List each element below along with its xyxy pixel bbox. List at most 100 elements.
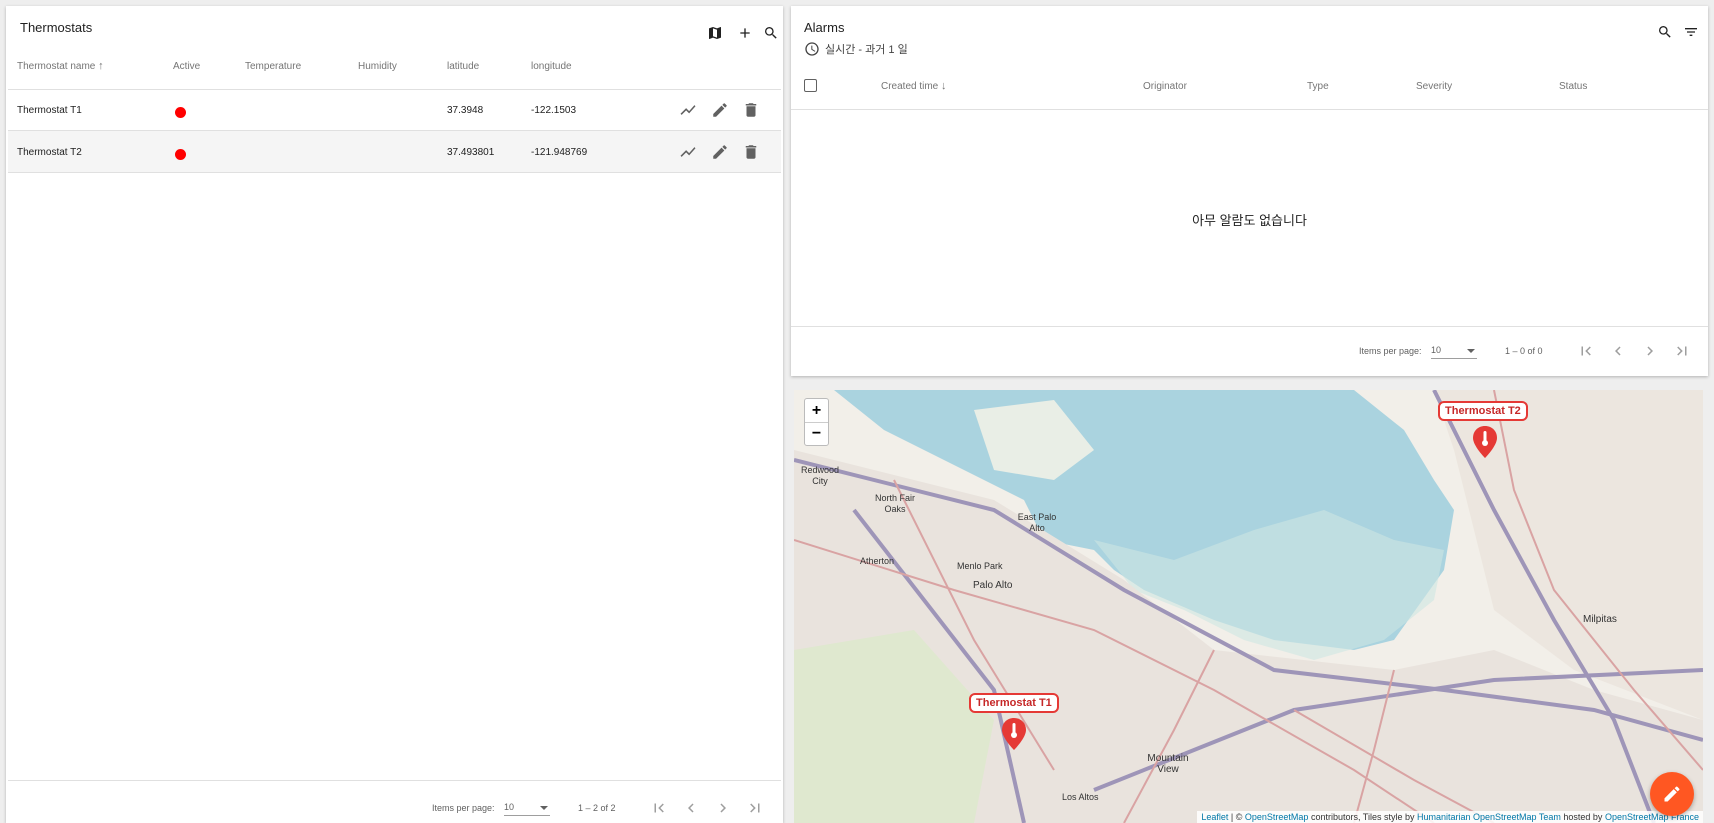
last-page-icon	[1677, 346, 1687, 356]
place-label: Milpitas	[1583, 614, 1617, 625]
osm-link[interactable]: OpenStreetMap	[1245, 812, 1309, 822]
marker-t2[interactable]	[1472, 426, 1498, 458]
prev-page-icon	[1615, 346, 1621, 356]
search-button[interactable]	[759, 21, 783, 45]
edit-icon	[1664, 786, 1680, 802]
col-header-temperature[interactable]: Temperature	[245, 61, 301, 72]
page-range: 1 – 2 of 2	[578, 803, 616, 813]
place-label: North Fair Oaks	[874, 493, 915, 514]
marker-label-t1[interactable]: Thermostat T1	[969, 693, 1059, 713]
table-row[interactable]: Thermostat T1 37.3948 -122.1503	[8, 90, 781, 131]
next-page-icon	[720, 803, 726, 813]
alarms-card: Alarms 실시간 - 과거 1 일 Created time ↓ Origi…	[791, 6, 1708, 376]
zoom-control: + −	[804, 398, 829, 446]
delete-button[interactable]	[739, 140, 763, 164]
prev-page-button[interactable]	[679, 796, 703, 820]
empty-message: 아무 알람도 없습니다	[1192, 213, 1307, 228]
first-page-button[interactable]	[1574, 339, 1598, 363]
cell-longitude: -122.1503	[531, 105, 577, 116]
footer-divider	[8, 780, 781, 781]
thermostats-title: Thermostats	[20, 20, 93, 35]
map-attribution: Leaflet | © OpenStreetMap contributors, …	[1197, 811, 1703, 823]
timeline-button[interactable]	[676, 140, 700, 164]
delete-icon	[745, 145, 757, 159]
leaflet-link[interactable]: Leaflet	[1201, 812, 1228, 822]
clock-icon	[805, 42, 819, 56]
edit-icon	[713, 103, 727, 117]
col-header-longitude[interactable]: longitude	[531, 61, 572, 72]
col-header-created-time[interactable]: Created time ↓	[881, 80, 947, 92]
map-widget[interactable]: Redwood City North Fair Oaks East Palo A…	[794, 390, 1703, 823]
thermometer-icon	[1473, 426, 1497, 458]
col-header-name[interactable]: Thermostat name ↑	[17, 60, 104, 72]
place-label: Mountain View	[1147, 753, 1189, 775]
cell-longitude: -121.948769	[531, 147, 588, 158]
attrib-text: contributors, Tiles style by	[1308, 812, 1417, 822]
edit-button[interactable]	[708, 140, 732, 164]
timeline-button[interactable]	[676, 98, 700, 122]
timewindow[interactable]: 실시간 - 과거 1 일	[804, 41, 908, 57]
next-page-button[interactable]	[711, 796, 735, 820]
marker-t1[interactable]	[1001, 718, 1027, 750]
col-header-type[interactable]: Type	[1307, 81, 1329, 92]
prev-page-icon	[688, 803, 694, 813]
add-button[interactable]	[733, 21, 757, 45]
table-row[interactable]: Thermostat T2 37.493801 -121.948769	[8, 131, 781, 173]
active-indicator	[175, 149, 186, 160]
place-label: Redwood City	[800, 465, 840, 486]
chevron-down-icon	[1467, 349, 1475, 353]
prev-page-button[interactable]	[1606, 339, 1630, 363]
last-page-button[interactable]	[743, 796, 767, 820]
delete-button[interactable]	[739, 98, 763, 122]
col-header-humidity[interactable]: Humidity	[358, 61, 397, 72]
attrib-sep: | ©	[1228, 812, 1245, 822]
place-label: Atherton	[860, 556, 895, 566]
col-header-active[interactable]: Active	[173, 61, 200, 72]
edit-icon	[713, 145, 727, 159]
search-icon	[1659, 26, 1671, 38]
select-all-checkbox[interactable]	[804, 79, 817, 92]
zoom-in-button[interactable]: +	[805, 399, 828, 422]
edit-dashboard-fab[interactable]	[1650, 772, 1694, 816]
thermometer-icon	[1002, 718, 1026, 750]
map-icon	[709, 27, 721, 39]
last-page-button[interactable]	[1670, 339, 1694, 363]
marker-label-t2[interactable]: Thermostat T2	[1438, 401, 1528, 421]
place-label: East Palo Alto	[1017, 512, 1057, 533]
page-size-select[interactable]: 10	[1431, 345, 1477, 359]
first-page-icon	[1581, 346, 1591, 356]
sort-arrow-down-icon: ↓	[941, 80, 947, 92]
filter-icon	[1685, 28, 1697, 36]
zoom-out-button[interactable]: −	[805, 422, 828, 445]
alarms-header-divider	[791, 109, 1708, 110]
page-size-select[interactable]: 10	[504, 802, 550, 816]
cell-latitude: 37.493801	[447, 147, 495, 158]
sort-arrow-up-icon: ↑	[98, 60, 104, 72]
alarms-search-button[interactable]	[1653, 20, 1677, 44]
page-range: 1 – 0 of 0	[1505, 346, 1543, 356]
first-page-button[interactable]	[647, 796, 671, 820]
col-header-status[interactable]: Status	[1559, 81, 1587, 92]
map-button[interactable]	[703, 21, 727, 45]
items-per-page-label: Items per page:	[432, 803, 495, 813]
place-label: Los Altos	[1062, 792, 1099, 802]
delete-icon	[745, 103, 757, 117]
col-header-originator[interactable]: Originator	[1143, 81, 1187, 92]
thermostats-card: Thermostats Thermostat name ↑ Active Tem…	[6, 6, 783, 823]
first-page-icon	[654, 803, 664, 813]
map-tiles	[794, 390, 1703, 823]
chevron-down-icon	[540, 806, 548, 810]
timeline-icon	[680, 105, 696, 115]
last-page-icon	[750, 803, 760, 813]
hot-link[interactable]: Humanitarian OpenStreetMap Team	[1417, 812, 1561, 822]
next-page-button[interactable]	[1638, 339, 1662, 363]
osmfr-link[interactable]: OpenStreetMap France	[1605, 812, 1699, 822]
alarms-footer-divider	[791, 326, 1708, 327]
edit-button[interactable]	[708, 98, 732, 122]
alarms-filter-button[interactable]	[1679, 20, 1703, 44]
col-header-latitude[interactable]: latitude	[447, 61, 479, 72]
place-label: Palo Alto	[973, 580, 1013, 591]
page-size-value: 10	[1431, 345, 1442, 355]
col-header-severity[interactable]: Severity	[1416, 81, 1452, 92]
active-indicator	[175, 107, 186, 118]
